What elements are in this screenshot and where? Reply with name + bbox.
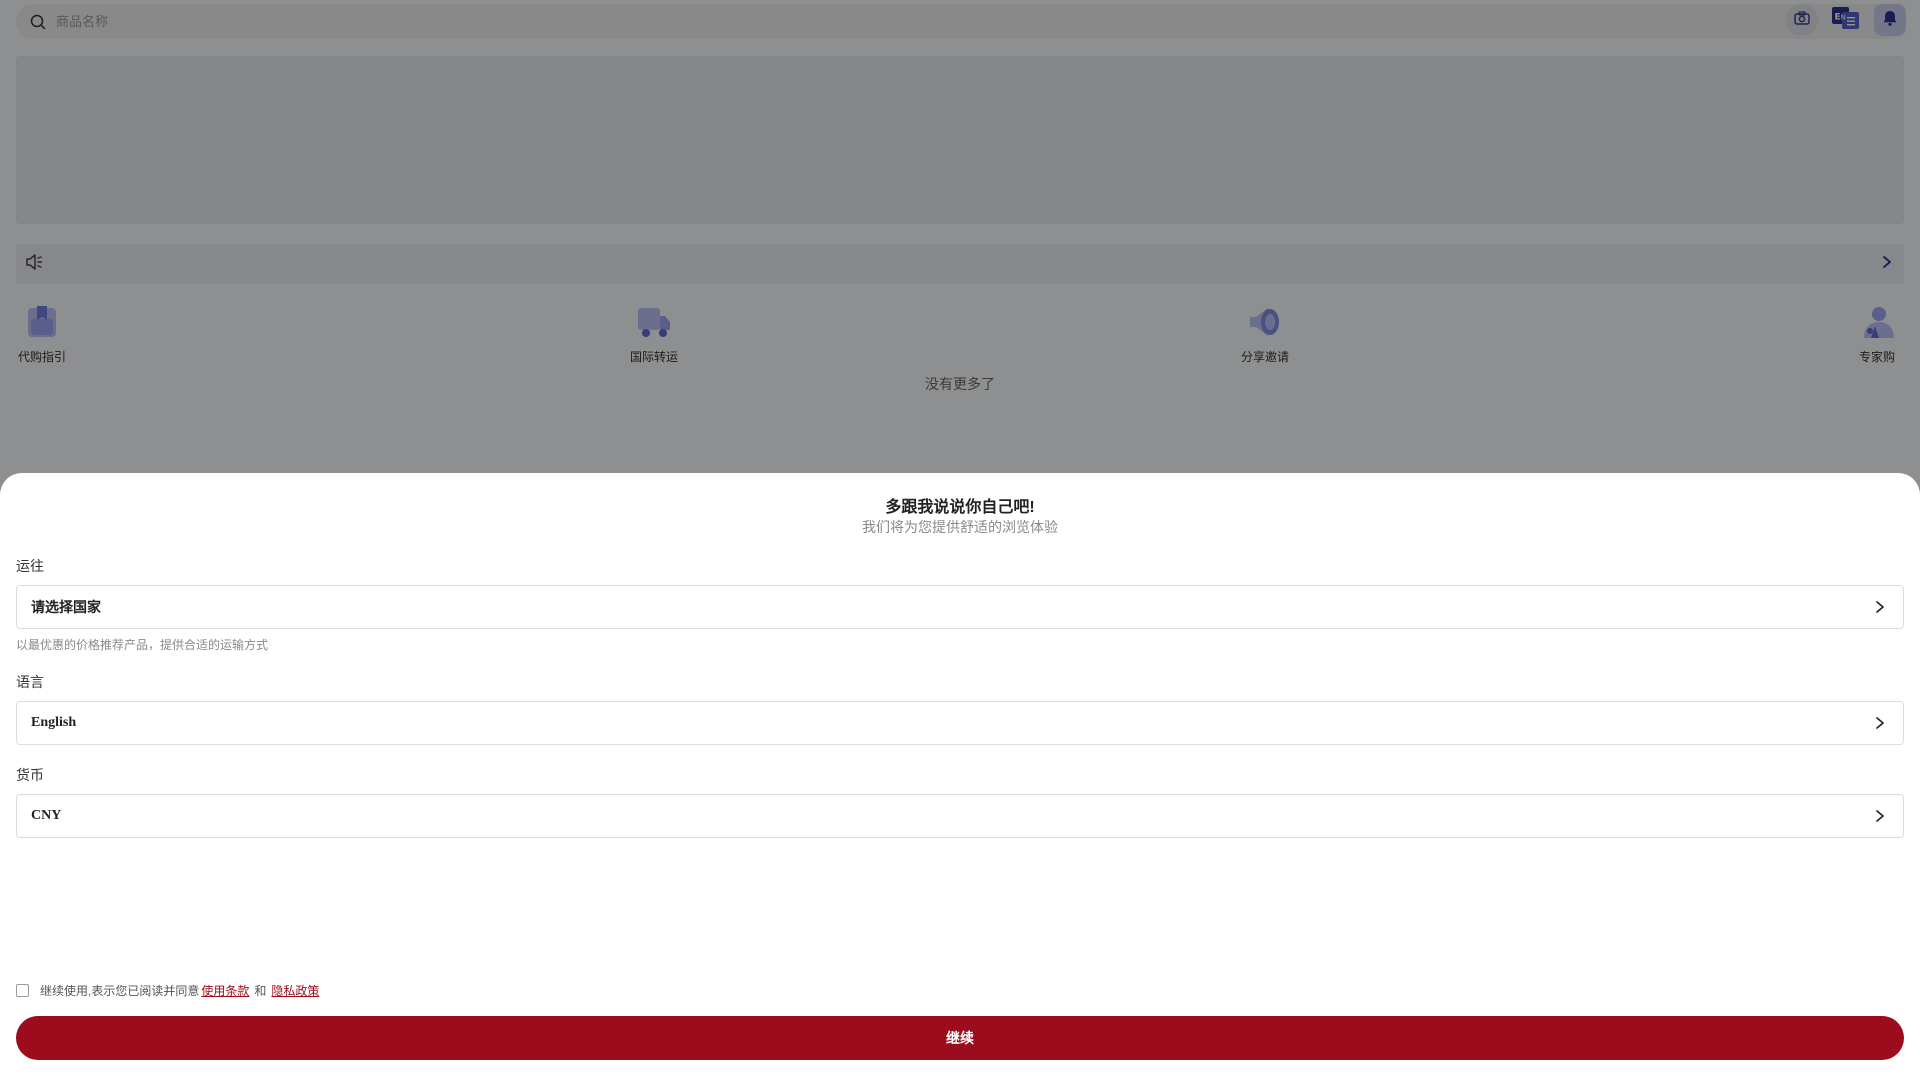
- chevron-right-icon: [1871, 714, 1889, 732]
- ship-to-hint: 以最优惠的价格推荐产品，提供合适的运输方式: [16, 638, 269, 652]
- preferences-sheet: 多跟我说说你自己吧! 我们将为您提供舒适的浏览体验 运往 请选择国家 以最优惠的…: [0, 473, 1920, 1080]
- chevron-right-icon: [1871, 807, 1889, 825]
- terms-of-use-link[interactable]: 使用条款: [201, 982, 249, 999]
- agreement-text: 继续使用,表示您已阅读并同意: [40, 984, 200, 998]
- language-value: English: [31, 715, 77, 730]
- currency-value: CNY: [31, 808, 62, 823]
- privacy-policy-link[interactable]: 隐私政策: [271, 982, 319, 999]
- ship-to-label: 运往: [16, 558, 44, 574]
- agreement-and: 和: [254, 984, 267, 998]
- language-select[interactable]: English: [16, 701, 1904, 745]
- agreement-row: 继续使用,表示您已阅读并同意 使用条款 和 隐私政策: [16, 982, 321, 999]
- chevron-right-icon: [1871, 598, 1889, 616]
- currency-label: 货币: [16, 767, 44, 783]
- currency-select[interactable]: CNY: [16, 794, 1904, 838]
- language-label: 语言: [16, 674, 44, 690]
- ship-to-value: 请选择国家: [31, 601, 101, 616]
- sheet-title: 多跟我说说你自己吧!: [885, 499, 1035, 516]
- sheet-subtitle: 我们将为您提供舒适的浏览体验: [862, 519, 1058, 535]
- continue-button[interactable]: 继续: [16, 1016, 1904, 1060]
- agreement-checkbox[interactable]: [16, 984, 29, 997]
- ship-to-country-select[interactable]: 请选择国家: [16, 585, 1904, 629]
